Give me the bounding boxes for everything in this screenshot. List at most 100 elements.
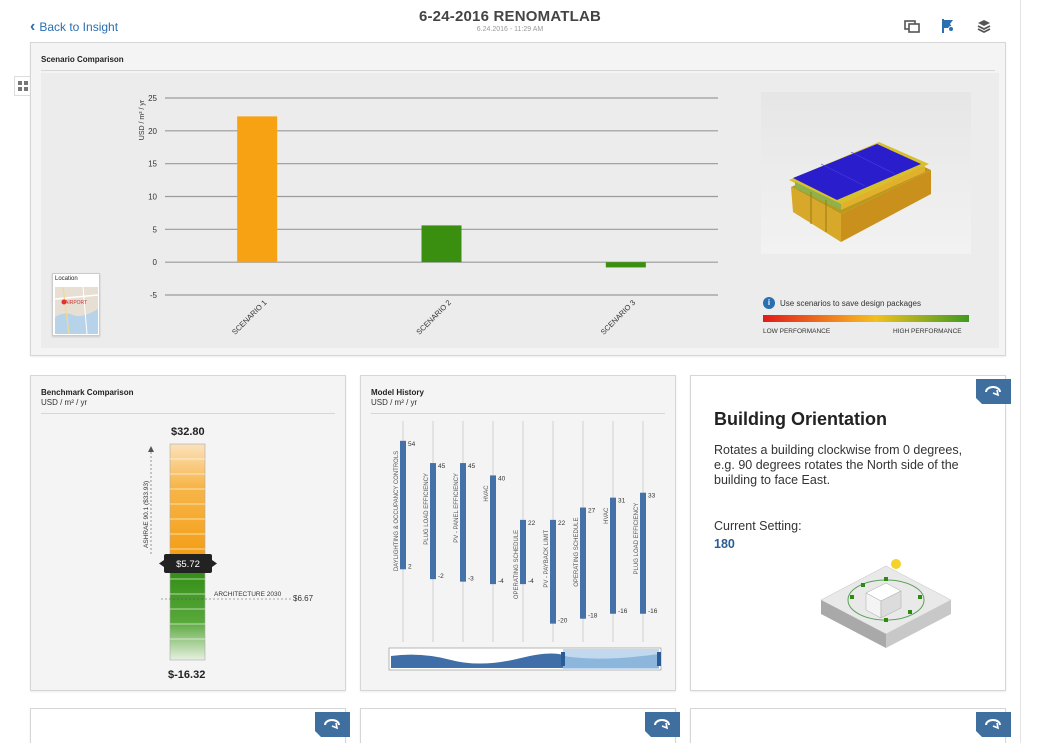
y-tick-label: 5 [153,225,158,234]
performance-gradient-bar [763,315,969,322]
panel-units: USD / m² / yr [371,398,418,407]
y-tick-label: 20 [148,127,157,136]
page-timestamp: 6.24.2016 - 11:29 AM [476,26,544,33]
history-item-label: OPERATING SCHEDULE [574,518,580,587]
benchmark-comparison-panel: Benchmark Comparison USD / m² / yr $32.8… [30,375,346,691]
refresh-badge[interactable] [315,712,350,737]
refresh-badge[interactable] [645,712,680,737]
y-tick-label: 0 [153,258,158,267]
history-low-value: -18 [588,613,598,620]
current-setting-label: Current Setting: [714,519,802,533]
location-label: Location [55,276,78,282]
architecture-2030-label: ARCHITECTURE 2030 [214,591,282,598]
bar-scenario-3[interactable] [605,262,646,268]
building-3d-view[interactable] [761,92,971,254]
bottom-card-3[interactable] [690,708,1006,743]
divider [41,70,995,71]
history-item-label: HVAC [604,507,610,524]
map-pin-icon [61,299,67,305]
top-bar: ‹ Back to Insight 6-24-2016 RENOMATLAB 6… [0,0,1020,40]
y-tick-label: -5 [150,291,158,300]
history-item-label: OPERATING SCHEDULE [514,530,520,599]
orientation-illustration [820,559,952,648]
toolbar-icons [904,18,992,34]
history-item-label: PV - PANEL EFFICIENCY [454,473,460,543]
history-bar[interactable] [520,519,526,585]
history-bar[interactable] [580,507,586,619]
y-tick-label: 15 [148,160,157,169]
x-tick-label: SCENARIO 2 [414,298,452,336]
history-high-value: 27 [588,508,596,515]
refresh-badge[interactable] [976,712,1011,737]
architecture-2030-value: $6.67 [293,594,314,603]
panel-title: Scenario Comparison [41,55,124,64]
flag-icon[interactable] [940,18,956,34]
panel-title: Benchmark Comparison [41,388,134,397]
history-low-value: -4 [528,578,534,585]
divider [371,413,665,414]
history-bar[interactable] [460,463,466,582]
history-bar[interactable] [610,497,616,614]
map-text: AIRPORT [65,300,87,306]
y-tick-label: 10 [148,193,157,202]
history-high-value: 22 [528,520,536,527]
history-high-value: 45 [438,463,446,470]
bottom-card-2[interactable] [360,708,676,743]
history-bar[interactable] [400,440,406,570]
history-bar[interactable] [550,519,556,624]
card-title: Building Orientation [714,409,887,429]
history-item-label: DAYLIGHTING & OCCUPANCY CONTROLS [394,451,400,571]
history-bar[interactable] [640,492,646,614]
history-low-value: -20 [558,618,568,625]
history-high-value: 33 [648,493,656,500]
location-thumbnail[interactable]: Location AIRPORT [52,273,100,336]
high-performance-label: HIGH PERFORMANCE [893,328,962,335]
model-history-panel: Model History USD / m² / yr 54 2 DAYLIGHTI… [360,375,676,691]
bottom-card-1[interactable] [30,708,346,743]
scroll-gutter[interactable] [1020,0,1038,743]
bar-scenario-1[interactable] [237,116,278,263]
layers-icon[interactable] [976,18,992,34]
history-low-value: -16 [648,608,658,615]
compare-icon[interactable] [904,18,920,34]
building-orientation-card[interactable]: Building Orientation Rotates a building … [690,375,1006,691]
y-tick-label: 25 [148,94,157,103]
current-setting-value: 180 [714,537,735,551]
divider [41,413,335,414]
ashrae-label: ASHRAE 90.1 ($33.93) [143,481,150,548]
bar-scenario-2[interactable] [421,225,462,263]
page-title: 6-24-2016 RENOMATLAB [418,8,602,25]
history-high-value: 45 [468,463,476,470]
scenario-bar-chart: 25 20 15 10 5 0 -5 SCENARIO 1 SCENARIO 2 SCENARI… [139,94,718,337]
location-map: AIRPORT [55,287,98,334]
panel-title: Model History [371,388,424,397]
history-bar[interactable] [430,463,436,580]
current-value-marker: $5.72 [176,559,200,570]
history-low-value: -3 [468,576,474,583]
history-high-value: 31 [618,498,626,505]
history-low-value: 2 [408,563,412,570]
grid-icon [18,81,28,91]
history-high-value: 40 [498,475,506,482]
hint-text: Use scenarios to save design packages [780,298,921,308]
refresh-badge[interactable] [976,379,1011,404]
history-low-value: -4 [498,578,504,585]
history-bar[interactable] [490,475,496,585]
benchmark-top-value: $32.80 [171,426,205,438]
history-scrubber[interactable] [388,647,662,671]
info-icon: i [763,297,775,309]
history-low-value: -2 [438,573,444,580]
history-item-label: PLUG LOAD EFFICIENCY [424,473,430,545]
history-high-value: 54 [408,441,416,448]
insight-page: ‹ Back to Insight 6-24-2016 RENOMATLAB 6… [0,0,1038,743]
history-item-label: PV - PAYBACK LIMIT [544,530,550,588]
x-tick-label: SCENARIO 3 [599,298,637,336]
card-description: Rotates a building clockwise from 0 degr… [714,443,963,487]
benchmark-gauge: $32.80 ASHRAE 90.1 ($33.93) ARCHITECTURE… [143,426,314,681]
y-axis-label: USD / m² / yr [139,99,146,140]
panel-units: USD / m² / yr [41,398,88,407]
benchmark-bottom-value: $-16.32 [168,669,205,681]
history-low-value: -16 [618,608,628,615]
history-item-label: PLUG LOAD EFFICIENCY [634,503,640,575]
scenario-hint: i Use scenarios to save design packages [763,297,921,309]
